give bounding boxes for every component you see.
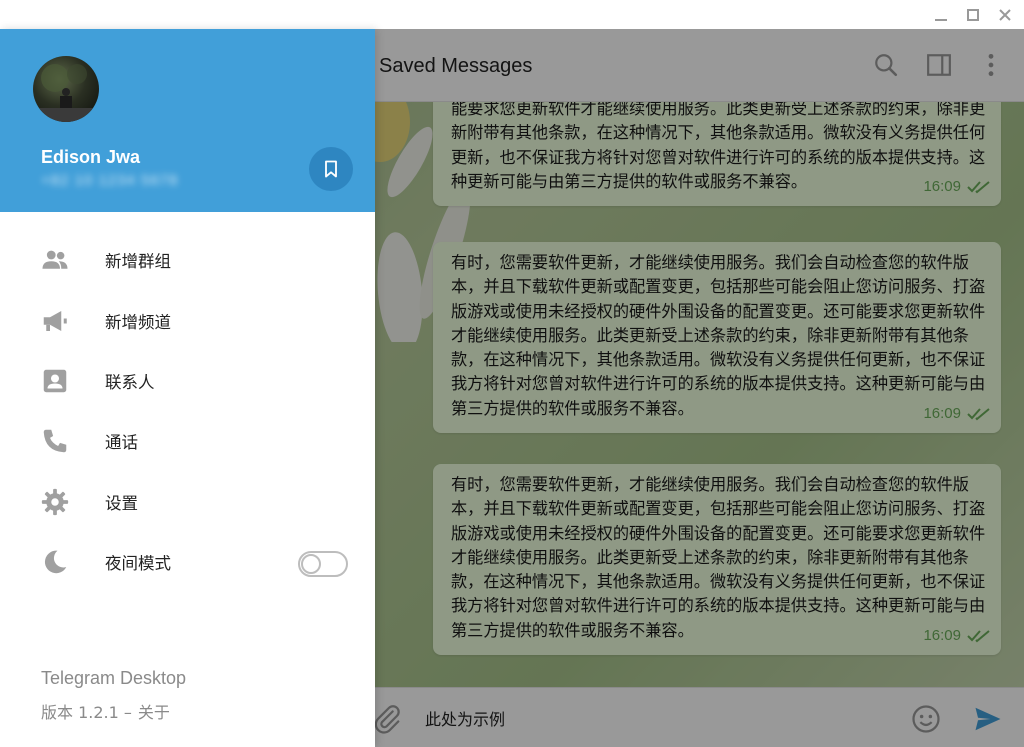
user-name: Edison Jwa: [41, 147, 141, 167]
menu-item-label: 通话: [105, 433, 138, 453]
menu-list: 新增群组 新增频道 联系人 通话 设置 夜间模式: [0, 230, 375, 592]
avatar[interactable]: [33, 56, 99, 122]
menu-item-label: 新增群组: [105, 252, 171, 272]
menu-item-contacts[interactable]: 联系人: [0, 351, 375, 411]
menu-item-label: 新增频道: [105, 312, 171, 332]
menu-item-night-mode[interactable]: 夜间模式: [0, 532, 375, 592]
close-button[interactable]: [990, 0, 1020, 29]
maximize-icon: [967, 8, 979, 21]
night-mode-toggle[interactable]: [298, 550, 348, 577]
avatar-photo-image: [33, 64, 99, 122]
menu-item-new-channel[interactable]: 新增频道: [0, 290, 375, 350]
contact-icon: [40, 366, 70, 396]
megaphone-icon: [40, 306, 70, 336]
menu-item-settings[interactable]: 设置: [0, 472, 375, 532]
version-text: 版本 1.2.1 –: [41, 703, 132, 722]
bookmark-icon: [325, 160, 337, 178]
about-link[interactable]: 关于: [138, 699, 170, 723]
phone-icon: [40, 426, 70, 456]
menu-item-label: 夜间模式: [105, 554, 171, 574]
minimize-button[interactable]: [926, 0, 956, 29]
gear-icon: [40, 487, 70, 517]
menu-item-new-group[interactable]: 新增群组: [0, 230, 375, 290]
main-menu-drawer: Edison Jwa +82 10 1234 5678 新增群组 新增频道 联系…: [0, 29, 375, 747]
toggle-knob: [301, 553, 321, 574]
maximize-button[interactable]: [958, 0, 988, 29]
menu-item-calls[interactable]: 通话: [0, 411, 375, 471]
window-titlebar: [0, 0, 1024, 29]
group-icon: [40, 245, 70, 275]
app-name: Telegram Desktop: [41, 668, 187, 688]
menu-item-label: 设置: [105, 493, 138, 513]
close-icon: [999, 8, 1011, 21]
minimize-icon: [935, 18, 947, 21]
menu-header: Edison Jwa +82 10 1234 5678: [0, 29, 375, 212]
saved-messages-button[interactable]: [309, 147, 353, 191]
menu-item-label: 联系人: [105, 372, 155, 392]
version-line: 版本 1.2.1 – 关于: [41, 699, 170, 723]
user-phone: +82 10 1234 5678: [41, 172, 179, 189]
moon-icon: [40, 547, 70, 577]
